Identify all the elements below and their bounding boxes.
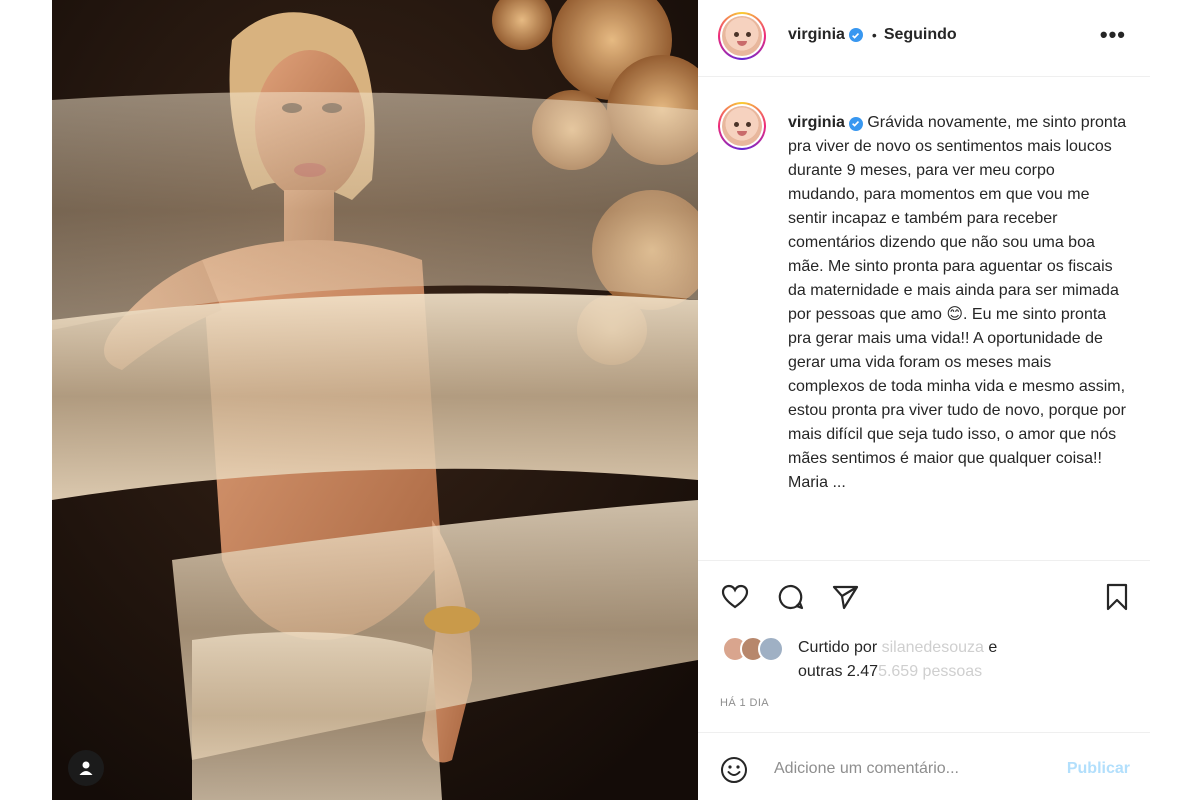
- heart-icon[interactable]: [720, 582, 750, 612]
- post-side-panel: virginia • Seguindo ••• virginia Grávida…: [698, 0, 1150, 800]
- comment-input[interactable]: [774, 755, 1044, 783]
- liker-username[interactable]: silanedesouza: [882, 639, 984, 656]
- post-timestamp[interactable]: HÁ 1 DIA: [720, 697, 769, 709]
- likes-prefix: Curtido por: [798, 639, 882, 656]
- separator-dot: •: [871, 27, 877, 43]
- comment-bar: Publicar: [698, 732, 1150, 800]
- comment-icon[interactable]: [776, 582, 806, 612]
- more-options-icon[interactable]: •••: [1100, 22, 1126, 48]
- caption-cutoff-text: Maria ...: [788, 474, 846, 491]
- liker-avatar: [758, 636, 784, 662]
- author-username[interactable]: virginia: [788, 26, 845, 44]
- post-photo[interactable]: [52, 0, 698, 800]
- post-header: virginia • Seguindo •••: [698, 0, 1150, 77]
- publish-button[interactable]: Publicar: [1067, 760, 1130, 778]
- author-avatar[interactable]: [718, 12, 766, 60]
- verified-badge-icon: [848, 28, 863, 42]
- caption-text: Grávida novamente, me sinto pronta pra v…: [788, 114, 1127, 467]
- liker-avatars[interactable]: [722, 636, 794, 664]
- likes-text: Curtido por silanedesouza e outras 2.475…: [798, 636, 997, 684]
- post-caption: virginia Grávida novamente, me sinto pro…: [788, 111, 1128, 495]
- actions-divider: [698, 560, 1150, 561]
- likes-count-dim[interactable]: 5.659 pessoas: [878, 663, 982, 680]
- caption-username[interactable]: virginia: [788, 114, 845, 131]
- caption-scroll-area[interactable]: virginia Grávida novamente, me sinto pro…: [698, 78, 1150, 558]
- post-image: [52, 0, 698, 800]
- paper-plane-icon[interactable]: [830, 582, 860, 612]
- bookmark-icon[interactable]: [1102, 582, 1132, 612]
- likes-summary: Curtido por silanedesouza e outras 2.475…: [722, 636, 997, 684]
- user-tag-icon: [79, 761, 93, 775]
- likes-count-prefix[interactable]: outras 2.47: [798, 663, 878, 680]
- user-tag-button[interactable]: [68, 750, 104, 786]
- following-button[interactable]: Seguindo: [884, 26, 957, 44]
- smiley-icon[interactable]: [720, 756, 748, 784]
- verified-badge-icon: [848, 116, 863, 131]
- caption-author-avatar[interactable]: [718, 102, 766, 150]
- likes-and: e: [983, 639, 998, 656]
